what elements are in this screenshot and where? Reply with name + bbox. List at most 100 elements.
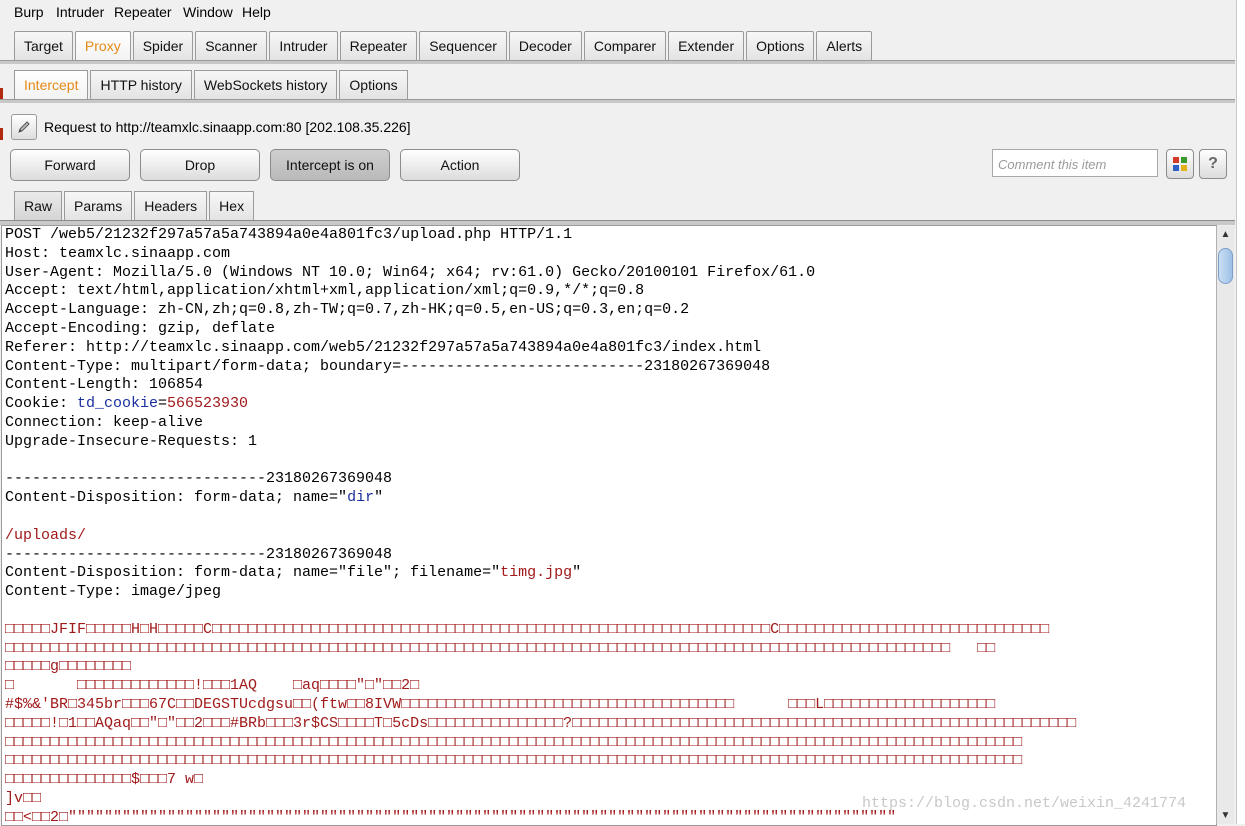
- edit-button[interactable]: [11, 114, 37, 140]
- proxy-tab-bar: Intercept HTTP history WebSockets histor…: [14, 70, 410, 101]
- request-line: Accept-Encoding: gzip, deflate: [2, 320, 1216, 339]
- request-line: [2, 602, 1216, 621]
- request-text: dir: [347, 489, 375, 507]
- request-line: POST /web5/21232f297a57a5a743894a0e4a801…: [2, 226, 1216, 245]
- tab-proxy-options[interactable]: Options: [339, 70, 408, 99]
- tab-options[interactable]: Options: [746, 31, 815, 60]
- tab-decoder[interactable]: Decoder: [508, 31, 582, 60]
- color-grid-icon: [1173, 157, 1187, 171]
- tab-intercept[interactable]: Intercept: [14, 70, 89, 101]
- menu-repeater[interactable]: Repeater: [114, 4, 172, 20]
- request-line: -----------------------------23180267369…: [2, 546, 1216, 565]
- tab-comparer[interactable]: Comparer: [583, 31, 667, 60]
- request-text: ": [572, 564, 582, 582]
- tab-headers[interactable]: Headers: [134, 191, 208, 220]
- request-line: -----------------------------23180267369…: [2, 470, 1216, 489]
- request-text: timg.jpg: [500, 564, 573, 582]
- request-text: #$%&'BR□345br□□□67C□□DEGSTUcdgsu□□(ftw□□…: [5, 695, 996, 713]
- tab-sequencer[interactable]: Sequencer: [419, 31, 507, 60]
- request-text: -----------------------------23180267369…: [5, 470, 393, 488]
- request-line: □ □□□□□□□□□□□□□!□□□1AQ □aq□□□□"□"□□2□: [2, 677, 1216, 696]
- request-line: Connection: keep-alive: [2, 414, 1216, 433]
- request-line: Content-Disposition: form-data; name="fi…: [2, 564, 1216, 583]
- request-text: □□□□□□□□□□□□□□□□□□□□□□□□□□□□□□□□□□□□□□□□…: [5, 639, 996, 657]
- request-line: □□□□□JFIF□□□□□H□H□□□□□C□□□□□□□□□□□□□□□□□…: [2, 621, 1216, 640]
- window-edge: [1236, 0, 1245, 824]
- tab-params[interactable]: Params: [64, 191, 133, 220]
- drop-button[interactable]: Drop: [140, 149, 260, 181]
- main-tab-bar: Target Proxy Spider Scanner Intruder Rep…: [14, 31, 874, 62]
- request-text: User-Agent: Mozilla/5.0 (Windows NT 10.0…: [5, 263, 816, 281]
- request-line: Referer: http://teamxlc.sinaapp.com/web5…: [2, 339, 1216, 358]
- request-text: Host: teamxlc.sinaapp.com: [5, 244, 231, 262]
- help-icon: ?: [1208, 155, 1218, 172]
- request-line: User-Agent: Mozilla/5.0 (Windows NT 10.0…: [2, 264, 1216, 283]
- request-text: td_cookie: [77, 395, 159, 413]
- request-text: Content-Disposition: form-data; name="fi…: [5, 564, 501, 582]
- request-line: Accept: text/html,application/xhtml+xml,…: [2, 282, 1216, 301]
- request-text: □□□□□□□□□□□□□□□□□□□□□□□□□□□□□□□□□□□□□□□□…: [5, 752, 1023, 770]
- request-line: Cookie: td_cookie=566523930: [2, 395, 1216, 414]
- tab-scanner[interactable]: Scanner: [195, 31, 268, 60]
- request-text: =: [158, 395, 168, 413]
- scroll-thumb[interactable]: [1218, 248, 1233, 284]
- request-editor[interactable]: POST /web5/21232f297a57a5a743894a0e4a801…: [1, 225, 1217, 826]
- request-line: [2, 452, 1216, 471]
- menu-help[interactable]: Help: [242, 4, 271, 20]
- request-text: Connection: keep-alive: [5, 413, 204, 431]
- request-text: POST /web5/21232f297a57a5a743894a0e4a801…: [5, 226, 573, 243]
- request-line: □□□□□□□□□□□□□□□□□□□□□□□□□□□□□□□□□□□□□□□□…: [2, 640, 1216, 659]
- request-text: Content-Type: multipart/form-data; bound…: [5, 357, 771, 375]
- menu-window[interactable]: Window: [183, 4, 233, 20]
- request-text: 566523930: [167, 395, 249, 413]
- request-line: /uploads/: [2, 527, 1216, 546]
- request-line: Content-Length: 106854: [2, 376, 1216, 395]
- tab-intruder[interactable]: Intruder: [269, 31, 338, 60]
- forward-button[interactable]: Forward: [10, 149, 130, 181]
- request-line: □□□□□□□□□□□□□□□□□□□□□□□□□□□□□□□□□□□□□□□□…: [2, 734, 1216, 753]
- menu-intruder[interactable]: Intruder: [56, 4, 104, 20]
- scroll-up-arrow-icon[interactable]: ▲: [1217, 226, 1234, 243]
- highlight-color-button[interactable]: [1166, 149, 1194, 179]
- tab-separator: [0, 60, 1235, 64]
- request-line: Content-Type: multipart/form-data; bound…: [2, 358, 1216, 377]
- request-line: Content-Disposition: form-data; name="di…: [2, 489, 1216, 508]
- request-text: □□□□□□□□□□□□□□□□□□□□□□□□□□□□□□□□□□□□□□□□…: [5, 733, 1023, 751]
- help-button[interactable]: ?: [1199, 149, 1227, 179]
- request-text: Upgrade-Insecure-Requests: 1: [5, 432, 258, 450]
- request-line: Accept-Language: zh-CN,zh;q=0.8,zh-TW;q=…: [2, 301, 1216, 320]
- request-text: □□<□□2□"""""""""""""""""""""""""""""""""…: [5, 808, 897, 826]
- tab-proxy[interactable]: Proxy: [74, 31, 131, 62]
- request-line: □□□□□□□□□□□□□□□□□□□□□□□□□□□□□□□□□□□□□□□□…: [2, 752, 1216, 771]
- vertical-scrollbar[interactable]: ▲ ▼: [1216, 226, 1234, 824]
- edge-mark: [0, 128, 3, 140]
- tab-spider[interactable]: Spider: [132, 31, 194, 60]
- comment-input[interactable]: [996, 151, 1160, 177]
- request-text: □□□□□□□□□□□□□□$□□□7 w□: [5, 771, 204, 789]
- tab-extender[interactable]: Extender: [668, 31, 745, 60]
- tab-http-history[interactable]: HTTP history: [90, 70, 192, 99]
- request-line: Upgrade-Insecure-Requests: 1: [2, 433, 1216, 452]
- tab-hex[interactable]: Hex: [209, 191, 255, 220]
- tab-websockets-history[interactable]: WebSockets history: [193, 70, 338, 99]
- tab-target[interactable]: Target: [14, 31, 73, 60]
- tab-repeater[interactable]: Repeater: [339, 31, 418, 60]
- request-text: Content-Disposition: form-data; name=": [5, 489, 348, 507]
- request-text: Content-Length: 106854: [5, 376, 204, 394]
- action-button[interactable]: Action: [400, 149, 520, 181]
- request-text: ]v□□: [5, 789, 42, 807]
- request-line: Content-Type: image/jpeg: [2, 583, 1216, 602]
- request-text: Accept-Language: zh-CN,zh;q=0.8,zh-TW;q=…: [5, 301, 690, 319]
- request-text: □ □□□□□□□□□□□□□!□□□1AQ □aq□□□□"□"□□2□: [5, 677, 420, 695]
- comment-field[interactable]: [992, 149, 1160, 177]
- menu-bar: Burp Intruder Repeater Window Help: [0, 0, 1245, 24]
- request-line: □□□□□!□1□□AQaq□□"□"□□2□□□#BRb□□□3r$CS□□□…: [2, 715, 1216, 734]
- tab-alerts[interactable]: Alerts: [816, 31, 873, 60]
- request-line: Host: teamxlc.sinaapp.com: [2, 245, 1216, 264]
- request-line: #$%&'BR□345br□□□67C□□DEGSTUcdgsu□□(ftw□□…: [2, 696, 1216, 715]
- intercept-toggle-button[interactable]: Intercept is on: [270, 149, 390, 181]
- scroll-down-arrow-icon[interactable]: ▼: [1217, 807, 1234, 824]
- menu-burp[interactable]: Burp: [14, 4, 44, 20]
- tab-raw[interactable]: Raw: [14, 191, 63, 222]
- request-text: /uploads/: [5, 526, 87, 544]
